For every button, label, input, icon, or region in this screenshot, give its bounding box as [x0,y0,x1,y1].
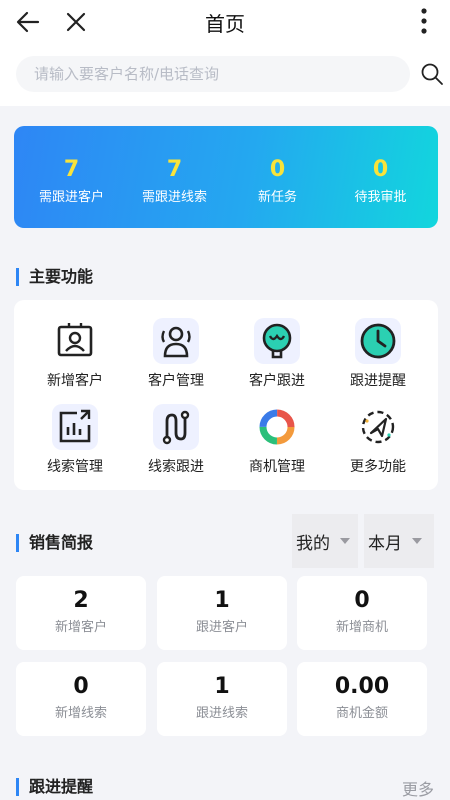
chevron-down-icon [412,538,422,544]
period-dropdown[interactable]: 本月 [364,514,434,568]
kpi-value: 0 [73,674,89,699]
clock-icon [355,318,401,364]
lead-followup-icon [153,404,199,450]
stat-value: 0 [269,156,286,182]
stat-followup-leads[interactable]: 7 需跟进线索 [123,156,226,205]
more-functions-icon [355,404,401,450]
stat-pending-approval[interactable]: 0 待我审批 [329,156,432,205]
stat-value: 7 [166,156,183,182]
function-label: 商机管理 [249,459,305,475]
function-customer-management[interactable]: 客户管理 [123,318,229,390]
kpi-value: 0 [354,588,370,613]
function-label: 线索管理 [47,459,103,475]
function-label: 跟进提醒 [350,373,406,389]
kpi-value: 1 [214,588,230,613]
section-title-sales-briefing: 销售简报 [16,534,93,552]
kpi-label: 新增线索 [54,706,107,721]
kpi-label: 新增客户 [54,620,107,635]
function-label: 线索跟进 [148,459,204,475]
function-label: 新增客户 [47,373,103,389]
more-vertical-icon[interactable] [418,6,430,36]
function-grid: 新增客户 客户管理 客户跟进 跟进提醒 线索管理 线索跟进 商机管理 更多功能 [14,300,438,490]
kpi-value: 2 [73,588,89,613]
customer-followup-icon [254,318,300,364]
search-icon[interactable] [420,62,444,86]
kpi-label: 商机金额 [335,706,388,721]
search-bar [0,44,450,106]
function-label: 客户管理 [148,373,204,389]
function-label: 更多功能 [350,459,406,475]
stat-label: 待我审批 [354,189,407,205]
section-title-reminders: 跟进提醒 [16,778,93,796]
kpi-new-leads[interactable]: 0 新增线索 [16,662,146,736]
stat-label: 需跟进客户 [38,189,104,205]
page-title: 首页 [205,12,245,36]
scope-dropdown-value: 我的 [296,533,330,554]
function-add-customer[interactable]: 新增客户 [22,318,128,390]
kpi-new-customers[interactable]: 2 新增客户 [16,576,146,650]
section-title-main-functions: 主要功能 [16,268,93,286]
function-followup-reminder[interactable]: 跟进提醒 [325,318,431,390]
kpi-label: 跟进客户 [195,620,248,635]
kpi-label: 跟进线索 [195,706,248,721]
scope-dropdown[interactable]: 我的 [292,514,358,568]
stat-followup-customers[interactable]: 7 需跟进客户 [20,156,123,205]
function-label: 客户跟进 [249,373,305,389]
kpi-value: 1 [214,674,230,699]
stat-value: 0 [372,156,389,182]
kpi-value: 0.00 [334,674,390,699]
function-more-functions[interactable]: 更多功能 [325,404,431,476]
kpi-label: 新增商机 [335,620,388,635]
kpi-new-opportunities[interactable]: 0 新增商机 [297,576,427,650]
top-bar: 首页 [0,0,450,44]
stats-banner: 7 需跟进客户 7 需跟进线索 0 新任务 0 待我审批 [14,126,438,228]
customer-management-icon [153,318,199,364]
reminders-more-link[interactable]: 更多 [402,776,434,800]
stat-value: 7 [63,156,80,182]
stat-new-tasks[interactable]: 0 新任务 [226,156,329,205]
function-lead-management[interactable]: 线索管理 [22,404,128,476]
lead-management-icon [52,404,98,450]
opportunity-icon [254,404,300,450]
kpi-followed-leads[interactable]: 1 跟进线索 [157,662,287,736]
stat-label: 需跟进线索 [141,189,207,205]
kpi-followed-customers[interactable]: 1 跟进客户 [157,576,287,650]
function-lead-followup[interactable]: 线索跟进 [123,404,229,476]
search-input[interactable] [16,56,410,92]
function-customer-followup[interactable]: 客户跟进 [224,318,330,390]
function-opportunity-management[interactable]: 商机管理 [224,404,330,476]
period-dropdown-value: 本月 [368,533,402,554]
add-customer-icon [52,318,98,364]
stat-label: 新任务 [257,189,297,205]
chevron-down-icon [340,538,350,544]
kpi-opportunity-amount[interactable]: 0.00 商机金额 [297,662,427,736]
